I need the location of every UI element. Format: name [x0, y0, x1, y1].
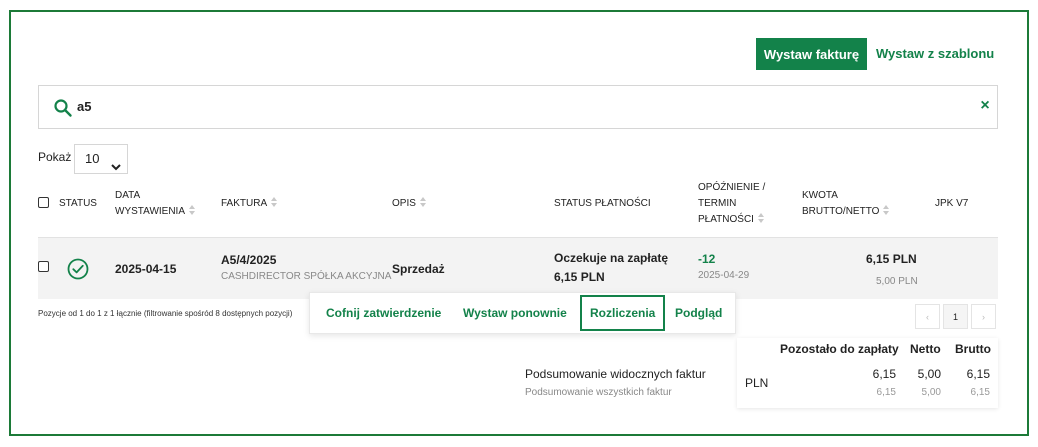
table-row[interactable]	[38, 237, 998, 299]
search-icon	[53, 98, 73, 118]
settlements-action[interactable]: Rozliczenia	[580, 295, 666, 331]
header-payment-status: STATUS PŁATNOŚCI	[554, 198, 651, 209]
invoice-number[interactable]: A5/4/2025	[221, 253, 276, 267]
search-box[interactable]: a5 ×	[38, 85, 998, 129]
contractor-name: CASHDIRECTOR SPÓŁKA AKCYJNA	[221, 271, 392, 282]
summary-visible-net: 5,00	[917, 367, 941, 381]
close-icon[interactable]: ×	[977, 96, 993, 116]
summary-header-net: Netto	[910, 342, 941, 356]
summary-visible-gross: 6,15	[966, 367, 990, 381]
row-actions-menu: Cofnij zatwierdzenie Wystaw ponownie Roz…	[309, 292, 736, 334]
header-date[interactable]: DATA WYSTAWIENIA	[115, 188, 196, 220]
summary-header-gross: Brutto	[955, 342, 991, 356]
summary-visible-label: Podsumowanie widocznych faktur	[525, 367, 706, 381]
header-description[interactable]: OPIS	[392, 196, 427, 212]
due-date: 2025-04-29	[698, 270, 750, 281]
issue-from-template-link[interactable]: Wystaw z szablonu	[876, 43, 994, 63]
page-size-value: 10	[85, 151, 100, 166]
sort-icon	[757, 213, 765, 223]
page-size-label: Pokaż	[38, 150, 72, 164]
sort-icon	[419, 197, 427, 207]
chevron-down-icon	[111, 154, 121, 171]
sort-icon	[189, 205, 196, 215]
summary-currency: PLN	[745, 376, 769, 390]
summary-visible-remaining: 6,15	[872, 367, 896, 381]
payment-status: Oczekuje na zapłatę	[554, 251, 669, 265]
payment-delay: -12	[698, 252, 716, 266]
page-size-select[interactable]: 10	[74, 144, 128, 174]
header-delay[interactable]: OPÓŹNIENIE / TERMIN PŁATNOŚCI	[698, 180, 765, 228]
issue-invoice-button[interactable]: Wystaw fakturę	[756, 38, 867, 70]
revert-approval-action[interactable]: Cofnij zatwierdzenie	[326, 293, 441, 333]
summary-all-remaining: 6,15	[876, 387, 896, 398]
invoice-description: Sprzedaż	[392, 262, 445, 276]
summary-header-remaining: Pozostało do zapłaty	[780, 342, 899, 356]
select-all-checkbox[interactable]	[38, 197, 49, 208]
reissue-action[interactable]: Wystaw ponownie	[463, 293, 567, 333]
check-circle-icon	[67, 258, 89, 280]
pagination-prev[interactable]: ‹	[915, 304, 940, 329]
row-checkbox[interactable]	[38, 261, 49, 272]
search-input[interactable]: a5	[77, 99, 91, 114]
pagination-next[interactable]: ›	[971, 304, 996, 329]
preview-action[interactable]: Podgląd	[675, 293, 722, 333]
summary-all-net: 5,00	[921, 387, 941, 398]
sort-icon	[883, 205, 890, 215]
pagination-info: Pozycje od 1 do 1 z 1 łącznie (filtrowan…	[38, 309, 293, 318]
net-amount: 5,00 PLN	[876, 276, 918, 287]
header-amount[interactable]: KWOTA BRUTTO/NETTO	[802, 188, 890, 220]
invoice-date: 2025-04-15	[115, 262, 177, 276]
header-status: STATUS	[59, 198, 97, 209]
header-invoice[interactable]: FAKTURA	[221, 196, 278, 212]
pagination-page[interactable]: 1	[943, 304, 968, 329]
sort-icon	[271, 197, 278, 207]
summary-all-label: Podsumowanie wszystkich faktur	[525, 387, 672, 398]
summary-all-gross: 6,15	[970, 387, 990, 398]
payment-amount: 6,15 PLN	[554, 270, 605, 284]
header-jpk: JPK V7	[935, 198, 969, 209]
gross-amount: 6,15 PLN	[866, 252, 917, 266]
